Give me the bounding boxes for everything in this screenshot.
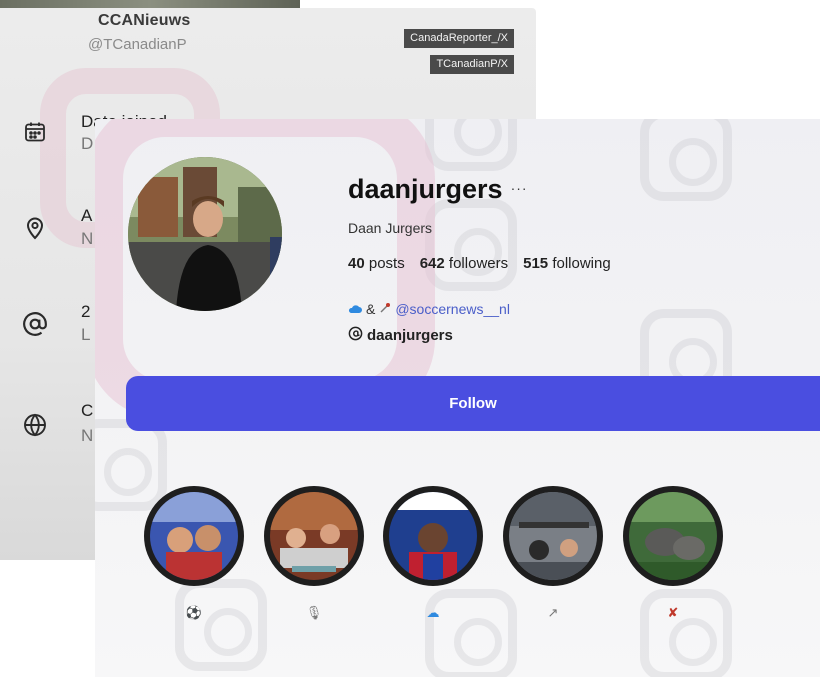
story-highlight-1-label: ⚽ — [185, 605, 203, 620]
bio-mention-link[interactable]: @soccernews__nl — [395, 301, 510, 317]
posts-stat[interactable]: 40 posts — [348, 255, 405, 272]
followers-label: followers — [448, 255, 509, 272]
profile-avatar[interactable] — [128, 157, 282, 311]
followers-count: 642 — [419, 255, 445, 272]
followers-stat[interactable]: 642 followers — [420, 255, 508, 272]
background-instagram-logo — [425, 589, 517, 677]
profile-username: daanjurgers — [348, 174, 503, 204]
profile-stats: 40 posts 642 followers 515 following — [348, 255, 611, 272]
info-row-value: N — [81, 229, 94, 248]
following-stat[interactable]: 515 following — [523, 255, 611, 272]
twitter-display-name: CCANieuws — [98, 12, 191, 29]
info-row-value: L — [81, 325, 91, 344]
story-highlight-4-label: ↗ — [547, 605, 559, 620]
more-options-icon[interactable]: ··· — [511, 180, 528, 196]
threads-icon — [348, 326, 363, 344]
following-count: 515 — [523, 255, 549, 272]
background-instagram-logo — [425, 119, 517, 171]
info-row-value: D — [81, 134, 94, 153]
calendar-icon — [22, 119, 48, 145]
info-row-title: C — [81, 401, 94, 420]
story-highlight-4[interactable] — [503, 486, 603, 586]
threads-link[interactable]: daanjurgers — [348, 326, 453, 344]
twitter-handle: @TCanadianP — [88, 36, 187, 53]
posts-count: 40 — [348, 255, 365, 272]
info-row-title: A — [81, 206, 93, 225]
cloud-icon — [348, 301, 362, 317]
story-highlight-5-label: ✘ — [667, 605, 679, 620]
at-sign-icon — [22, 311, 48, 337]
background-instagram-logo — [425, 199, 517, 291]
following-label: following — [552, 255, 611, 272]
story-highlight-3-label: ☁ — [426, 605, 440, 620]
story-highlight-1[interactable] — [144, 486, 244, 586]
story-highlight-2-label: 🎙 — [305, 605, 323, 620]
profile-username-row: daanjurgers ··· — [348, 174, 528, 205]
story-highlight-2[interactable] — [264, 486, 364, 586]
bio-ampersand: & — [366, 301, 376, 317]
background-instagram-logo — [640, 119, 732, 201]
info-row-title: 2 — [81, 302, 91, 321]
posts-label: posts — [368, 255, 405, 272]
background-instagram-logo — [640, 589, 732, 677]
source-tag: TCanadianP/X — [430, 55, 514, 74]
info-row-value: N — [81, 426, 94, 445]
instagram-profile-card: daanjurgers ··· Daan Jurgers 40 posts 64… — [95, 119, 820, 677]
story-highlight-3[interactable] — [383, 486, 483, 586]
pin-icon — [379, 301, 391, 317]
profile-full-name: Daan Jurgers — [348, 220, 433, 236]
follow-button[interactable]: Follow — [126, 376, 820, 431]
background-instagram-logo — [175, 579, 267, 671]
globe-icon — [22, 412, 48, 438]
source-tag: CanadaReporter_/X — [404, 29, 514, 48]
background-instagram-logo — [95, 419, 167, 511]
threads-handle: daanjurgers — [367, 326, 453, 344]
location-pin-icon — [22, 215, 48, 241]
story-highlight-5[interactable] — [623, 486, 723, 586]
profile-bio: & @soccernews__nl — [348, 301, 510, 317]
